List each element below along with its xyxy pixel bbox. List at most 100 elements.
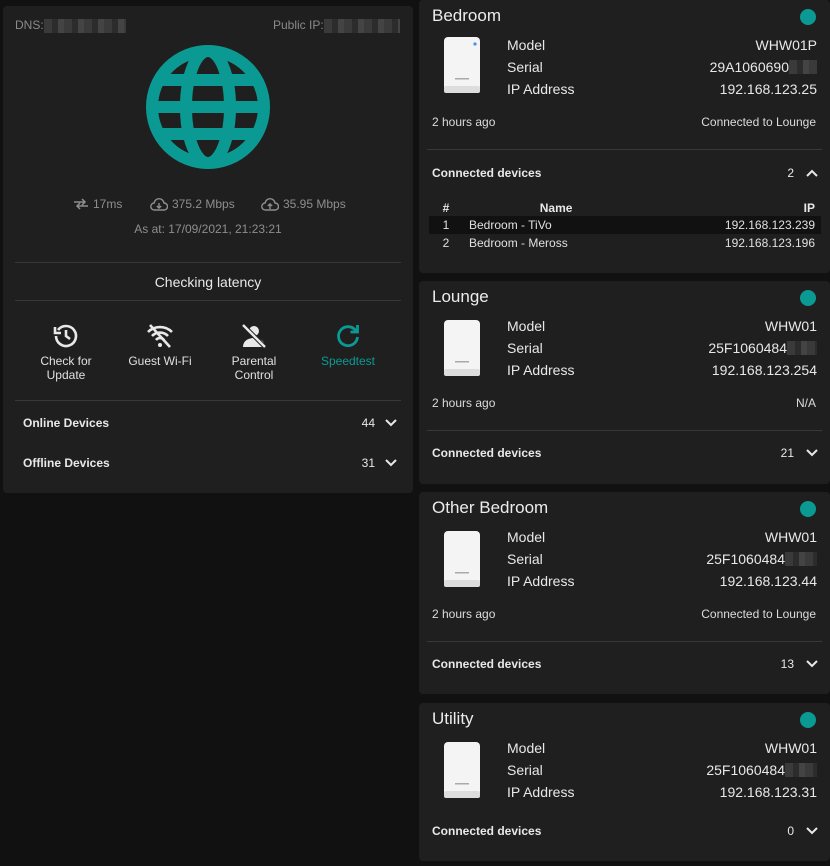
serial-redacted [787,341,817,355]
router-device-image [444,742,480,798]
row-device-ip: 192.168.123.239 [649,216,821,234]
model-value: WHW01 [764,318,817,334]
connection-status: Connected to Lounge [701,115,816,129]
ip-value: 192.168.123.254 [711,362,817,378]
public-ip-value-redacted [323,18,400,33]
node-card-bedroom: Bedroom Model WHW01P Serial 29A1060690 I… [419,0,830,273]
ip-row: IP Address 192.168.123.25 [507,81,817,97]
divider [15,300,401,301]
offline-devices-label: Offline Devices [23,456,110,470]
parental-control-button[interactable]: Parental Control [214,322,294,382]
connected-devices-toggle[interactable]: Connected devices 2 [432,166,818,180]
last-updated: 2 hours ago [432,396,496,410]
serial-value: 29A1060690 [709,59,789,75]
serial-value: 25F1060484 [706,762,785,778]
serial-label: Serial [507,762,543,778]
guest-wifi-label: Guest Wi-Fi [128,354,192,368]
ip-value: 192.168.123.31 [719,784,817,800]
connection-status: Connected to Lounge [701,607,816,621]
connected-devices-label: Connected devices [432,824,542,838]
clock-update-icon [53,324,78,348]
person-off-icon [241,323,267,349]
online-devices-row[interactable]: Online Devices 44 [23,416,397,430]
offline-devices-count: 31 [361,456,375,470]
dns-info: DNS: [15,18,126,33]
divider [427,149,822,150]
table-header: # Name IP [429,200,821,216]
serial-redacted [789,60,817,74]
node-card-utility: Utility Model WHW01 Serial 25F1060484 IP… [419,703,830,861]
connected-devices-toggle[interactable]: Connected devices 0 [432,824,818,838]
ip-label: IP Address [507,81,575,97]
router-device-image [444,320,480,376]
node-title: Lounge [432,287,489,306]
divider [427,430,822,431]
model-value: WHW01P [755,37,817,53]
check-for-update-button[interactable]: Check for Update [26,322,106,382]
serial-row: Serial 25F1060484 [507,340,817,356]
connected-devices-label: Connected devices [432,446,542,460]
table-row[interactable]: 2 Bedroom - Meross 192.168.123.196 [429,234,821,252]
connected-devices-toggle[interactable]: Connected devices 21 [432,446,818,460]
connected-devices-label: Connected devices [432,657,542,671]
ip-label: IP Address [507,784,575,800]
table-row[interactable]: 1 Bedroom - TiVo 192.168.123.239 [429,216,821,234]
col-number: # [442,201,450,215]
serial-row: Serial 25F1060484 [507,551,817,567]
globe-icon [146,45,270,169]
model-label: Model [507,318,546,334]
dns-value-redacted [43,18,126,33]
row-number: 1 [429,216,463,234]
upload-stat: 35.95 Mbps [261,197,346,211]
chevron-down-icon [806,449,818,457]
guest-wifi-button[interactable]: Guest Wi-Fi [120,322,200,368]
model-label: Model [507,529,546,545]
status-dot-online [800,712,816,728]
wifi-off-icon [147,324,173,348]
chevron-down-icon [385,459,397,467]
model-row: Model WHW01 [507,740,817,756]
col-ip: IP [803,201,815,215]
status-dot-online [800,290,816,306]
serial-row: Serial 25F1060484 [507,762,817,778]
speedtest-label: Speedtest [320,354,376,368]
latency-stat: 17ms [73,197,122,211]
offline-devices-row[interactable]: Offline Devices 31 [23,456,397,470]
latency-status: Checking latency [154,274,262,290]
connection-status: N/A [795,396,816,410]
public-ip-label: Public IP: [273,18,324,32]
refresh-icon [337,325,359,348]
speedtest-button[interactable]: Speedtest [308,322,388,368]
router-device-image [444,37,480,93]
connected-devices-toggle[interactable]: Connected devices 13 [432,657,818,671]
connected-devices-label: Connected devices [432,166,542,180]
check-for-update-label: Check for Update [40,354,92,382]
node-card-lounge: Lounge Model WHW01 Serial 25F1060484 IP … [419,281,830,484]
status-dot-online [800,501,816,517]
ip-value: 192.168.123.25 [719,81,817,97]
status-dot-online [800,9,816,25]
serial-redacted [785,763,817,777]
ip-row: IP Address 192.168.123.254 [507,362,817,378]
online-devices-label: Online Devices [23,416,110,430]
divider [15,262,401,263]
serial-row: Serial 29A1060690 [507,59,817,75]
model-label: Model [507,37,546,53]
chevron-down-icon [806,827,818,835]
row-number: 2 [442,236,450,250]
row-device-ip: 192.168.123.196 [724,236,815,250]
connected-devices-count: 0 [787,824,794,838]
ip-value: 192.168.123.44 [719,573,817,589]
model-label: Model [507,740,546,756]
download-stat: 375.2 Mbps [150,197,235,211]
connected-devices-count: 13 [780,657,794,671]
serial-label: Serial [507,340,543,356]
parental-control-label: Parental Control [231,354,277,382]
router-device-image [444,531,480,587]
swap-arrows-icon [74,198,88,210]
model-value: WHW01 [764,529,817,545]
col-name: Name [539,201,573,215]
network-overview-card: DNS: Public IP: 17ms 375.2 Mbps 35.95 Mb… [3,6,413,493]
cloud-download-icon [150,197,168,211]
speed-timestamp: As at: 17/09/2021, 21:23:21 [134,222,282,236]
